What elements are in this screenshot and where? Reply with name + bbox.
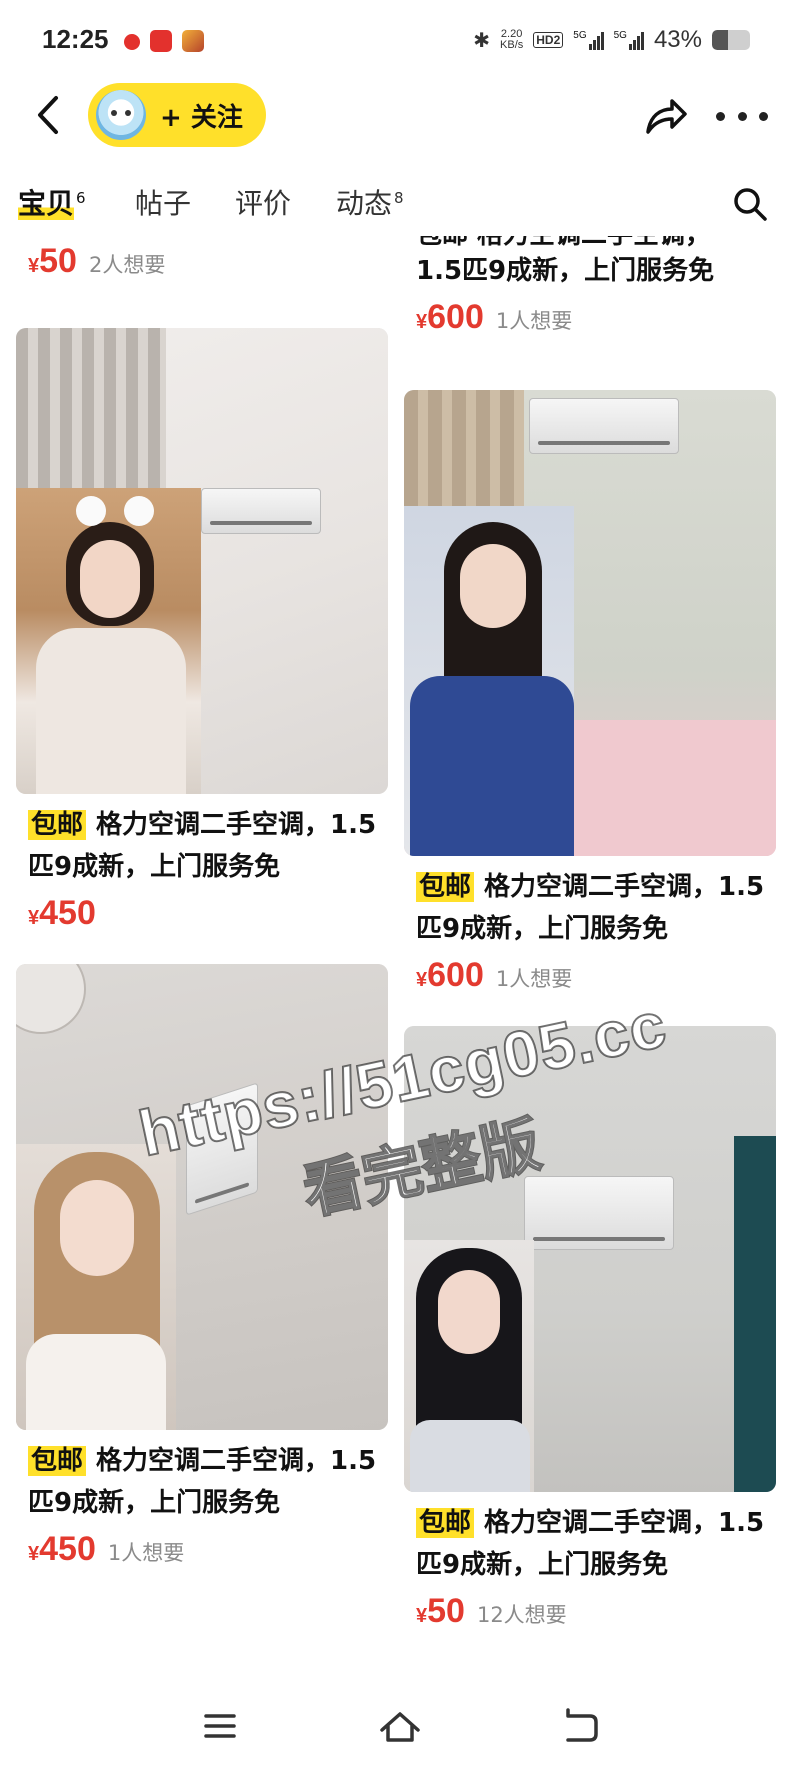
follow-label: + 关注 bbox=[160, 102, 243, 133]
menu-icon bbox=[204, 1714, 236, 1738]
follow-button[interactable]: + 关注 bbox=[88, 83, 266, 147]
price: 450 bbox=[39, 1530, 96, 1568]
battery-icon bbox=[712, 30, 750, 50]
product-title: 包邮 格力空调二手空调，1.5匹9成新，上门服务免 bbox=[416, 1508, 765, 1580]
product-image[interactable] bbox=[16, 964, 388, 1430]
system-back-button[interactable] bbox=[556, 1702, 604, 1750]
search-button[interactable] bbox=[730, 184, 770, 224]
price-row: ¥ 600 1人想要 bbox=[416, 956, 573, 994]
more-button[interactable] bbox=[716, 92, 768, 140]
menu-button[interactable] bbox=[196, 1702, 244, 1750]
hd-voice-badge: HD2 bbox=[533, 32, 564, 48]
wants-count: 2人想要 bbox=[88, 253, 166, 277]
blinds bbox=[16, 328, 166, 488]
product-title: 包邮 格力空调二手空调，1.5匹9成新，上门服务免 bbox=[28, 810, 377, 882]
back-icon bbox=[566, 1708, 598, 1742]
person-photo bbox=[404, 506, 574, 856]
price-row: ¥ 450 bbox=[28, 894, 96, 932]
netease-music-icon bbox=[150, 30, 172, 52]
tab-reviews[interactable]: 评价 bbox=[235, 182, 291, 222]
share-button[interactable] bbox=[642, 92, 690, 140]
status-app-icons bbox=[124, 30, 204, 52]
price: 50 bbox=[427, 1592, 465, 1630]
wants-count: 1人想要 bbox=[107, 1541, 185, 1565]
home-icon bbox=[380, 1712, 420, 1742]
share-icon bbox=[646, 99, 687, 134]
back-button[interactable] bbox=[30, 88, 70, 142]
battery-percent: 43% bbox=[653, 26, 702, 53]
tab-activity[interactable]: 动态 8 bbox=[336, 182, 404, 222]
game-app-icon bbox=[182, 30, 204, 52]
free-shipping-badge: 包邮 bbox=[416, 872, 475, 902]
wants-count: 12人想要 bbox=[476, 1603, 567, 1627]
net-speed: 2.20 KB/s bbox=[500, 28, 524, 51]
price: 450 bbox=[39, 894, 96, 932]
product-title: 包邮 格力空调二手空调，1.5匹9成新，上门服务免 bbox=[416, 872, 765, 944]
free-shipping-badge: 包邮 bbox=[28, 1446, 87, 1476]
system-nav-bar bbox=[0, 1680, 800, 1778]
price: 600 bbox=[427, 298, 484, 336]
tab-items[interactable]: 宝贝 6 bbox=[18, 182, 86, 222]
ac-unit bbox=[524, 1176, 674, 1250]
curtain bbox=[404, 390, 524, 510]
status-indicators: ✱ 2.20 KB/s HD2 5G 5G 43% bbox=[473, 26, 750, 54]
more-icon bbox=[716, 111, 725, 121]
shop-header: + 关注 bbox=[0, 76, 800, 156]
wants-count: 1人想要 bbox=[495, 309, 573, 333]
product-title: 包邮 格力空调二手空调，1.5匹9成新，上门服务免 bbox=[28, 1446, 377, 1518]
product-feed[interactable]: ¥ 50 2人想要 包邮 格力空调二手空调， 1.5匹9成新，上门服务免 ¥ 6… bbox=[0, 236, 800, 1666]
price-row: ¥ 450 1人想要 bbox=[28, 1530, 185, 1568]
curtain bbox=[734, 1136, 776, 1492]
partial-title-line2[interactable]: 1.5匹9成新，上门服务免 bbox=[416, 250, 714, 292]
price-row: ¥ 50 12人想要 bbox=[416, 1592, 567, 1630]
product-card[interactable]: 包邮 格力空调二手空调，1.5匹9成新，上门服务免 ¥ 50 12人想要 bbox=[404, 1026, 776, 1631]
person-photo bbox=[16, 1144, 176, 1430]
ac-unit bbox=[201, 488, 321, 534]
ac-unit bbox=[529, 398, 679, 454]
tab-posts[interactable]: 帖子 bbox=[135, 182, 191, 222]
price: 600 bbox=[427, 956, 484, 994]
bluetooth-icon: ✱ bbox=[473, 29, 491, 52]
product-card[interactable]: 包邮 格力空调二手空调，1.5匹9成新，上门服务免 ¥ 600 1人想要 bbox=[404, 390, 776, 995]
home-button[interactable] bbox=[376, 1702, 424, 1750]
status-bar: 12:25 ✱ 2.20 KB/s HD2 5G 5G 43% bbox=[0, 0, 800, 88]
price: 50 bbox=[39, 242, 77, 280]
notification-app-icon bbox=[124, 34, 140, 50]
wants-count: 1人想要 bbox=[495, 967, 573, 991]
bed bbox=[574, 720, 776, 856]
avatar[interactable] bbox=[96, 90, 146, 140]
tab-bar: 宝贝 6 帖子 评价 动态 8 bbox=[0, 176, 800, 236]
ac-unit bbox=[186, 1082, 258, 1216]
back-arrow-icon bbox=[38, 96, 58, 134]
partial-price-row[interactable]: ¥ 50 2人想要 bbox=[16, 242, 165, 281]
product-card[interactable]: 包邮 格力空调二手空调，1.5匹9成新，上门服务免 ¥ 450 bbox=[16, 328, 388, 933]
product-image[interactable] bbox=[404, 390, 776, 856]
product-image[interactable] bbox=[404, 1026, 776, 1492]
product-card[interactable]: 包邮 格力空调二手空调，1.5匹9成新，上门服务免 ¥ 450 1人想要 bbox=[16, 964, 388, 1569]
person-photo bbox=[404, 1240, 534, 1492]
free-shipping-badge: 包邮 bbox=[416, 1508, 475, 1538]
search-icon bbox=[734, 188, 767, 221]
free-shipping-badge: 包邮 bbox=[28, 810, 87, 840]
product-image[interactable] bbox=[16, 328, 388, 794]
person-photo bbox=[16, 488, 201, 794]
signal-icon: 5G bbox=[573, 30, 604, 50]
signal-icon: 5G bbox=[614, 30, 644, 50]
status-time: 12:25 bbox=[42, 24, 109, 54]
partial-price-row[interactable]: ¥ 600 1人想要 bbox=[404, 298, 572, 337]
